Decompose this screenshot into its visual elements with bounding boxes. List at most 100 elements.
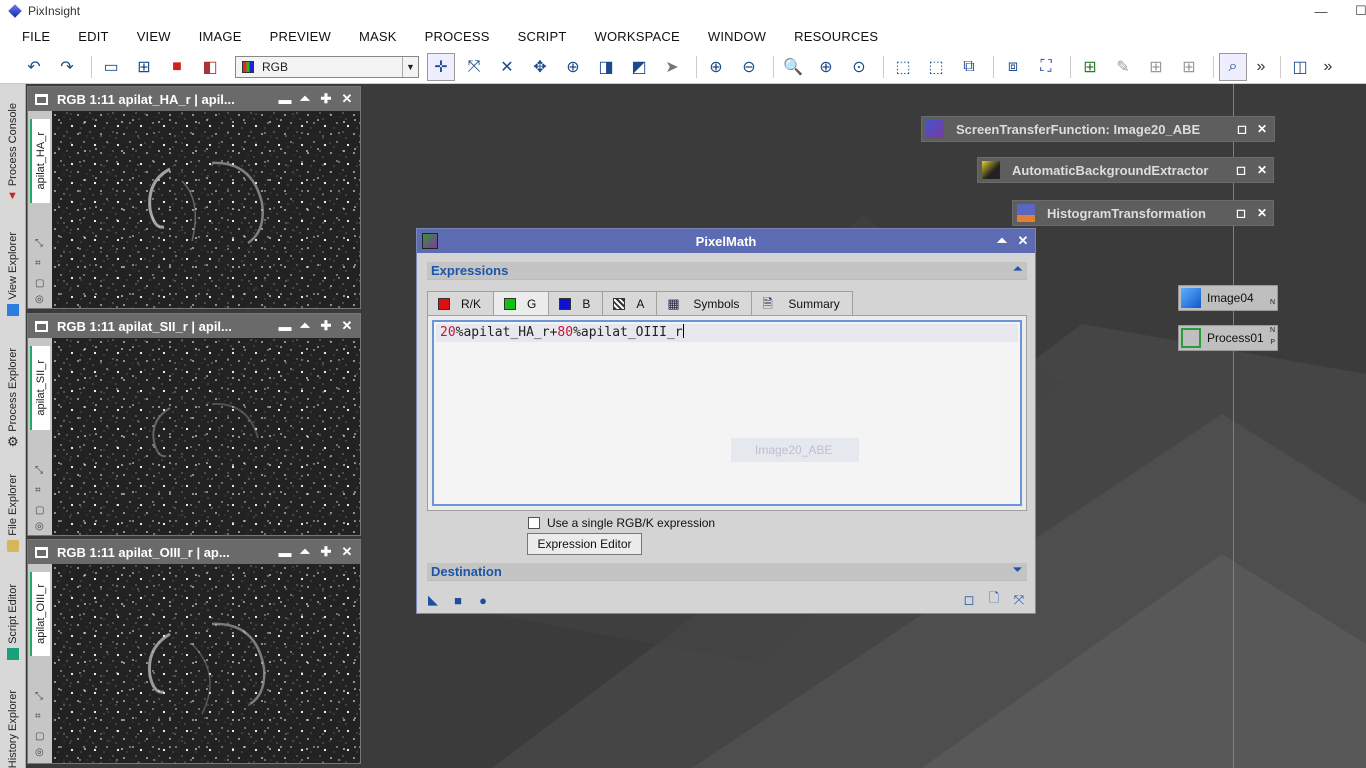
iconized-window-stf[interactable]: ScreenTransferFunction: Image20_ABE ◻ ✕ <box>921 116 1275 142</box>
menu-process[interactable]: PROCESS <box>411 29 504 44</box>
apply-icon[interactable]: ■ <box>451 593 465 608</box>
mask-icon[interactable]: ◨ <box>592 53 620 81</box>
close-icon[interactable]: ✕ <box>338 90 356 108</box>
maximize-icon[interactable]: ✚ <box>317 543 335 561</box>
fit-view-icon[interactable]: ⤧ <box>460 53 488 81</box>
menu-preview[interactable]: PREVIEW <box>256 29 345 44</box>
zoom-in-icon[interactable]: ⊕ <box>702 53 730 81</box>
single-expression-checkbox[interactable] <box>528 517 540 529</box>
shade-icon[interactable]: ⏶ <box>296 543 314 561</box>
close-icon[interactable]: ✕ <box>1015 233 1031 249</box>
toolbar-overflow-icon[interactable]: » <box>1319 53 1337 81</box>
menu-script[interactable]: SCRIPT <box>504 29 581 44</box>
restore-icon[interactable]: ◻ <box>1234 121 1250 137</box>
new-preview-icon[interactable]: ⧉ <box>955 53 983 81</box>
fold-icon[interactable]: ⌗ <box>35 259 45 269</box>
preview-list-icon[interactable]: ▢ <box>35 732 45 742</box>
expression-editor[interactable]: 20%apilat_HA_r+80%apilat_OIII_r Image20_… <box>432 320 1022 506</box>
view-identifier-icon[interactable]: ▭ <box>97 53 125 81</box>
image-canvas[interactable] <box>52 111 360 308</box>
zoom-out-icon[interactable]: ⊖ <box>735 53 763 81</box>
process-icon-process01[interactable]: Process01 N P <box>1178 325 1278 351</box>
track-view-icon[interactable]: 🗋 <box>987 590 1001 607</box>
zoom-1-1-icon[interactable]: ⊙ <box>845 53 873 81</box>
tab-history-explorer[interactable]: History Explorer <box>0 668 26 768</box>
restore-icon[interactable]: ◻ <box>1233 162 1249 178</box>
pointer-icon[interactable]: ➤ <box>658 53 686 81</box>
collapse-icon[interactable]: ⏶ <box>1013 263 1022 276</box>
image-canvas[interactable] <box>52 564 360 763</box>
expressions-section-header[interactable]: Expressions ⏶ <box>427 262 1027 280</box>
select-all-icon[interactable]: ⬚ <box>889 53 917 81</box>
minimize-icon[interactable]: ▬ <box>276 543 294 561</box>
shade-icon[interactable]: ⏶ <box>296 90 314 108</box>
view-id-tab[interactable]: apilat_HA_r <box>30 119 50 203</box>
process-icon-image04[interactable]: Image04 N <box>1178 285 1278 311</box>
tab-g[interactable]: G <box>493 291 550 316</box>
target-icon[interactable]: ◎ <box>35 522 45 532</box>
maximize-button[interactable]: ☐ <box>1350 0 1366 22</box>
image-window-sii[interactable]: RGB 1:11 apilat_SII_r | apil... ▬ ⏶ ✚ ✕ … <box>27 313 361 536</box>
maximize-icon[interactable]: ✚ <box>317 90 335 108</box>
apply-global-icon[interactable]: ● <box>476 593 490 608</box>
view-id-tab[interactable]: apilat_SII_r <box>30 346 50 430</box>
image-window-oiii[interactable]: RGB 1:11 apilat_OIII_r | ap... ▬ ⏶ ✚ ✕ a… <box>27 539 361 764</box>
reset-icon[interactable]: ⤧ <box>1012 592 1026 607</box>
tab-script-editor[interactable]: Script Editor <box>0 560 26 664</box>
view-id-tab[interactable]: apilat_OIII_r <box>30 572 50 656</box>
tab-rk[interactable]: R/K <box>427 291 495 315</box>
tab-process-console[interactable]: Process Console ▼ <box>0 84 26 206</box>
menu-mask[interactable]: MASK <box>345 29 411 44</box>
maximize-icon[interactable]: ✚ <box>317 317 335 335</box>
fullscreen-icon[interactable]: ⛶ <box>1032 53 1060 81</box>
process-icons-icon[interactable]: ⊞ <box>1175 53 1203 81</box>
close-icon[interactable]: ✕ <box>338 317 356 335</box>
menu-file[interactable]: FILE <box>8 29 64 44</box>
pixelmath-title-bar[interactable]: PixelMath ⏶ ✕ <box>417 229 1035 253</box>
tab-a[interactable]: A <box>602 291 658 315</box>
new-instance-icon[interactable]: ◣ <box>426 592 440 607</box>
shrink-view-icon[interactable]: ✕ <box>493 53 521 81</box>
fold-icon[interactable]: ⌗ <box>35 712 45 722</box>
preview-mode-icon[interactable]: ◩ <box>625 53 653 81</box>
preview-list-icon[interactable]: ▢ <box>35 279 45 289</box>
process-container-icon[interactable]: ⊞ <box>1142 53 1170 81</box>
close-icon[interactable]: ✕ <box>338 543 356 561</box>
toolbar-overflow-icon[interactable]: » <box>1252 53 1270 81</box>
image-window-title-bar[interactable]: RGB 1:11 apilat_SII_r | apil... ▬ ⏶ ✚ ✕ <box>28 314 360 338</box>
zoom-fit-icon[interactable]: 🔍 <box>779 53 807 81</box>
shade-icon[interactable]: ⏶ <box>296 317 314 335</box>
tab-file-explorer[interactable]: File Explorer <box>0 456 26 556</box>
minimize-button[interactable]: — <box>1310 0 1332 22</box>
color-space-select[interactable]: RGB ▼ <box>235 55 419 78</box>
preview-list-icon[interactable]: ▢ <box>35 506 45 516</box>
menu-resources[interactable]: RESOURCES <box>780 29 892 44</box>
iconized-window-abe[interactable]: AutomaticBackgroundExtractor ◻ ✕ <box>977 157 1274 183</box>
menu-window[interactable]: WINDOW <box>694 29 780 44</box>
explorer-toggle-icon[interactable]: ◫ <box>1286 53 1314 81</box>
fit-icon[interactable]: ⤡ <box>35 466 45 476</box>
browse-docs-icon[interactable]: ◻ <box>962 592 976 607</box>
tab-view-explorer[interactable]: View Explorer <box>0 210 26 320</box>
undo-icon[interactable]: ↶ <box>20 53 48 81</box>
zoom-plus-icon[interactable]: ⊕ <box>812 53 840 81</box>
expression-line[interactable]: 20%apilat_HA_r+80%apilat_OIII_r <box>436 324 1018 342</box>
expand-icon[interactable]: ⏷ <box>1013 564 1022 577</box>
combine-channels-icon[interactable]: ◧ <box>196 53 224 81</box>
image-window-title-bar[interactable]: RGB 1:11 apilat_HA_r | apil... ▬ ⏶ ✚ ✕ <box>28 87 360 111</box>
minimize-icon[interactable]: ▬ <box>276 90 294 108</box>
tab-summary[interactable]: 🗎 Summary <box>751 291 853 315</box>
tab-symbols[interactable]: ▦ Symbols <box>656 291 753 315</box>
pixelmath-dialog[interactable]: PixelMath ⏶ ✕ Expressions ⏶ R/K G B A ▦ … <box>416 228 1036 614</box>
menu-image[interactable]: IMAGE <box>185 29 256 44</box>
target-icon[interactable]: ◎ <box>35 748 45 758</box>
select-preview-icon[interactable]: ⬚ <box>922 53 950 81</box>
new-image-icon[interactable]: ⊞ <box>130 53 158 81</box>
destination-section-header[interactable]: Destination ⏷ <box>427 563 1027 581</box>
menu-workspace[interactable]: WORKSPACE <box>581 29 694 44</box>
window-tile-icon[interactable]: ⧈ <box>999 53 1027 81</box>
iconized-window-histogram[interactable]: HistogramTransformation ◻ ✕ <box>1012 200 1274 226</box>
chevron-down-icon[interactable]: ▼ <box>402 56 418 77</box>
close-icon[interactable]: ✕ <box>1254 121 1270 137</box>
fit-icon[interactable]: ⤡ <box>35 239 45 249</box>
